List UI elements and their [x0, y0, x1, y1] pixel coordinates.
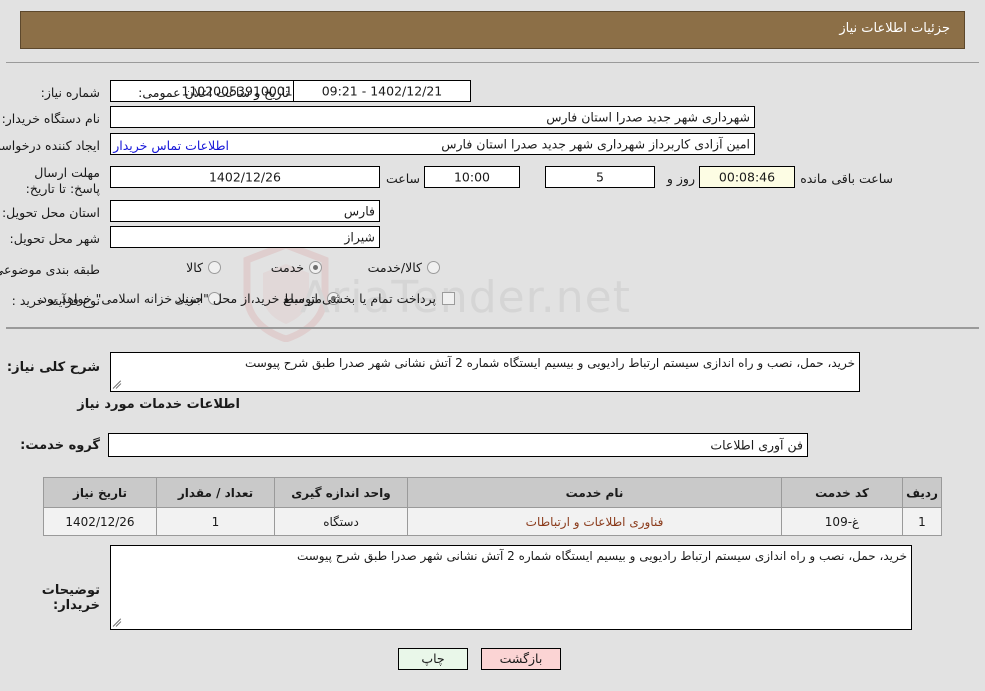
print-button[interactable]: چاپ [398, 648, 468, 670]
city-label: شهر محل تحویل: [9, 231, 100, 246]
need-details-page: AriaTender.net جزئیات اطلاعات نیاز شماره… [0, 0, 985, 691]
requester-label: ایجاد کننده درخواست: [0, 138, 100, 153]
remaining-days-label: روز و [666, 171, 695, 186]
announce-datetime-label: تاریخ و ساعت اعلان عمومی: [138, 85, 289, 100]
announce-datetime-field[interactable]: 09:21 - 1402/12/21 [293, 80, 471, 102]
col-row: ردیف [902, 477, 942, 508]
col-date: تاریخ نیاز [43, 477, 157, 508]
checkbox-icon [442, 292, 455, 305]
col-quantity: تعداد / مقدار [156, 477, 275, 508]
cell-quantity: 1 [156, 507, 275, 536]
radio-icon [427, 261, 440, 274]
cell-code: غ-109 [781, 507, 903, 536]
category-radio-kala[interactable]: کالا [186, 260, 221, 275]
summary-panel [6, 62, 979, 329]
page-title-bar: جزئیات اطلاعات نیاز [20, 11, 965, 49]
cell-row: 1 [902, 507, 942, 536]
col-code: کد خدمت [781, 477, 903, 508]
cell-unit: دستگاه [274, 507, 408, 536]
page-title: جزئیات اطلاعات نیاز [839, 21, 950, 36]
services-section-heading: اطلاعات خدمات مورد نیاز [77, 397, 240, 412]
need-description-label: شرح کلی نیاز: [6, 360, 100, 375]
service-group-label: گروه خدمت: [20, 438, 100, 453]
city-field[interactable]: شیراز [110, 226, 380, 248]
radio-icon [208, 261, 221, 274]
category-label: طبقه بندی موضوعی: [0, 262, 100, 277]
deadline-date-field[interactable]: 1402/12/26 [110, 166, 380, 188]
buyer-org-label: نام دستگاه خریدار: [1, 111, 100, 126]
remaining-time-label: ساعت باقی مانده [800, 171, 893, 186]
remaining-time-field[interactable]: 00:08:46 [699, 166, 795, 188]
table-row[interactable]: 1 غ-109 فناوری اطلاعات و ارتباطات دستگاه… [43, 507, 942, 536]
remaining-days-field[interactable]: 5 [545, 166, 655, 188]
deadline-label: مهلت ارسال پاسخ: تا تاریخ: [25, 165, 100, 196]
category-radio-kala-khedmat[interactable]: کالا/خدمت [368, 260, 440, 275]
back-button[interactable]: بازگشت [481, 648, 561, 670]
table-header-row: ردیف کد خدمت نام خدمت واحد اندازه گیری ت… [43, 477, 942, 508]
resize-grip-icon[interactable] [113, 380, 123, 390]
col-name: نام خدمت [407, 477, 782, 508]
radio-icon [309, 261, 322, 274]
col-unit: واحد اندازه گیری [274, 477, 408, 508]
service-group-field[interactable]: فن آوری اطلاعات [108, 433, 808, 457]
need-number-label: شماره نیاز: [40, 85, 100, 100]
cell-name: فناوری اطلاعات و ارتباطات [407, 507, 782, 536]
treasury-docs-checkbox[interactable]: پرداخت تمام یا بخشی از مبلغ خرید،از محل … [37, 291, 455, 306]
cell-date: 1402/12/26 [43, 507, 157, 536]
buyer-org-field[interactable]: شهرداری شهر جدید صدرا استان فارس [110, 106, 755, 128]
deadline-hour-label: ساعت [385, 171, 420, 186]
resize-grip-icon[interactable] [113, 618, 123, 628]
province-label: استان محل تحویل: [1, 205, 100, 220]
buyer-contact-link[interactable]: اطلاعات تماس خریدار [113, 138, 229, 153]
buyer-notes-label: توضیحات خریدار: [41, 583, 100, 613]
deadline-hour-field[interactable]: 10:00 [424, 166, 520, 188]
buyer-notes-textarea[interactable]: خرید، حمل، نصب و راه اندازی سیستم ارتباط… [110, 545, 912, 630]
province-field[interactable]: فارس [110, 200, 380, 222]
need-description-textarea[interactable]: خرید، حمل، نصب و راه اندازی سیستم ارتباط… [110, 352, 860, 392]
items-table: ردیف کد خدمت نام خدمت واحد اندازه گیری ت… [43, 477, 942, 536]
category-radio-khedmat[interactable]: خدمت [271, 260, 322, 275]
